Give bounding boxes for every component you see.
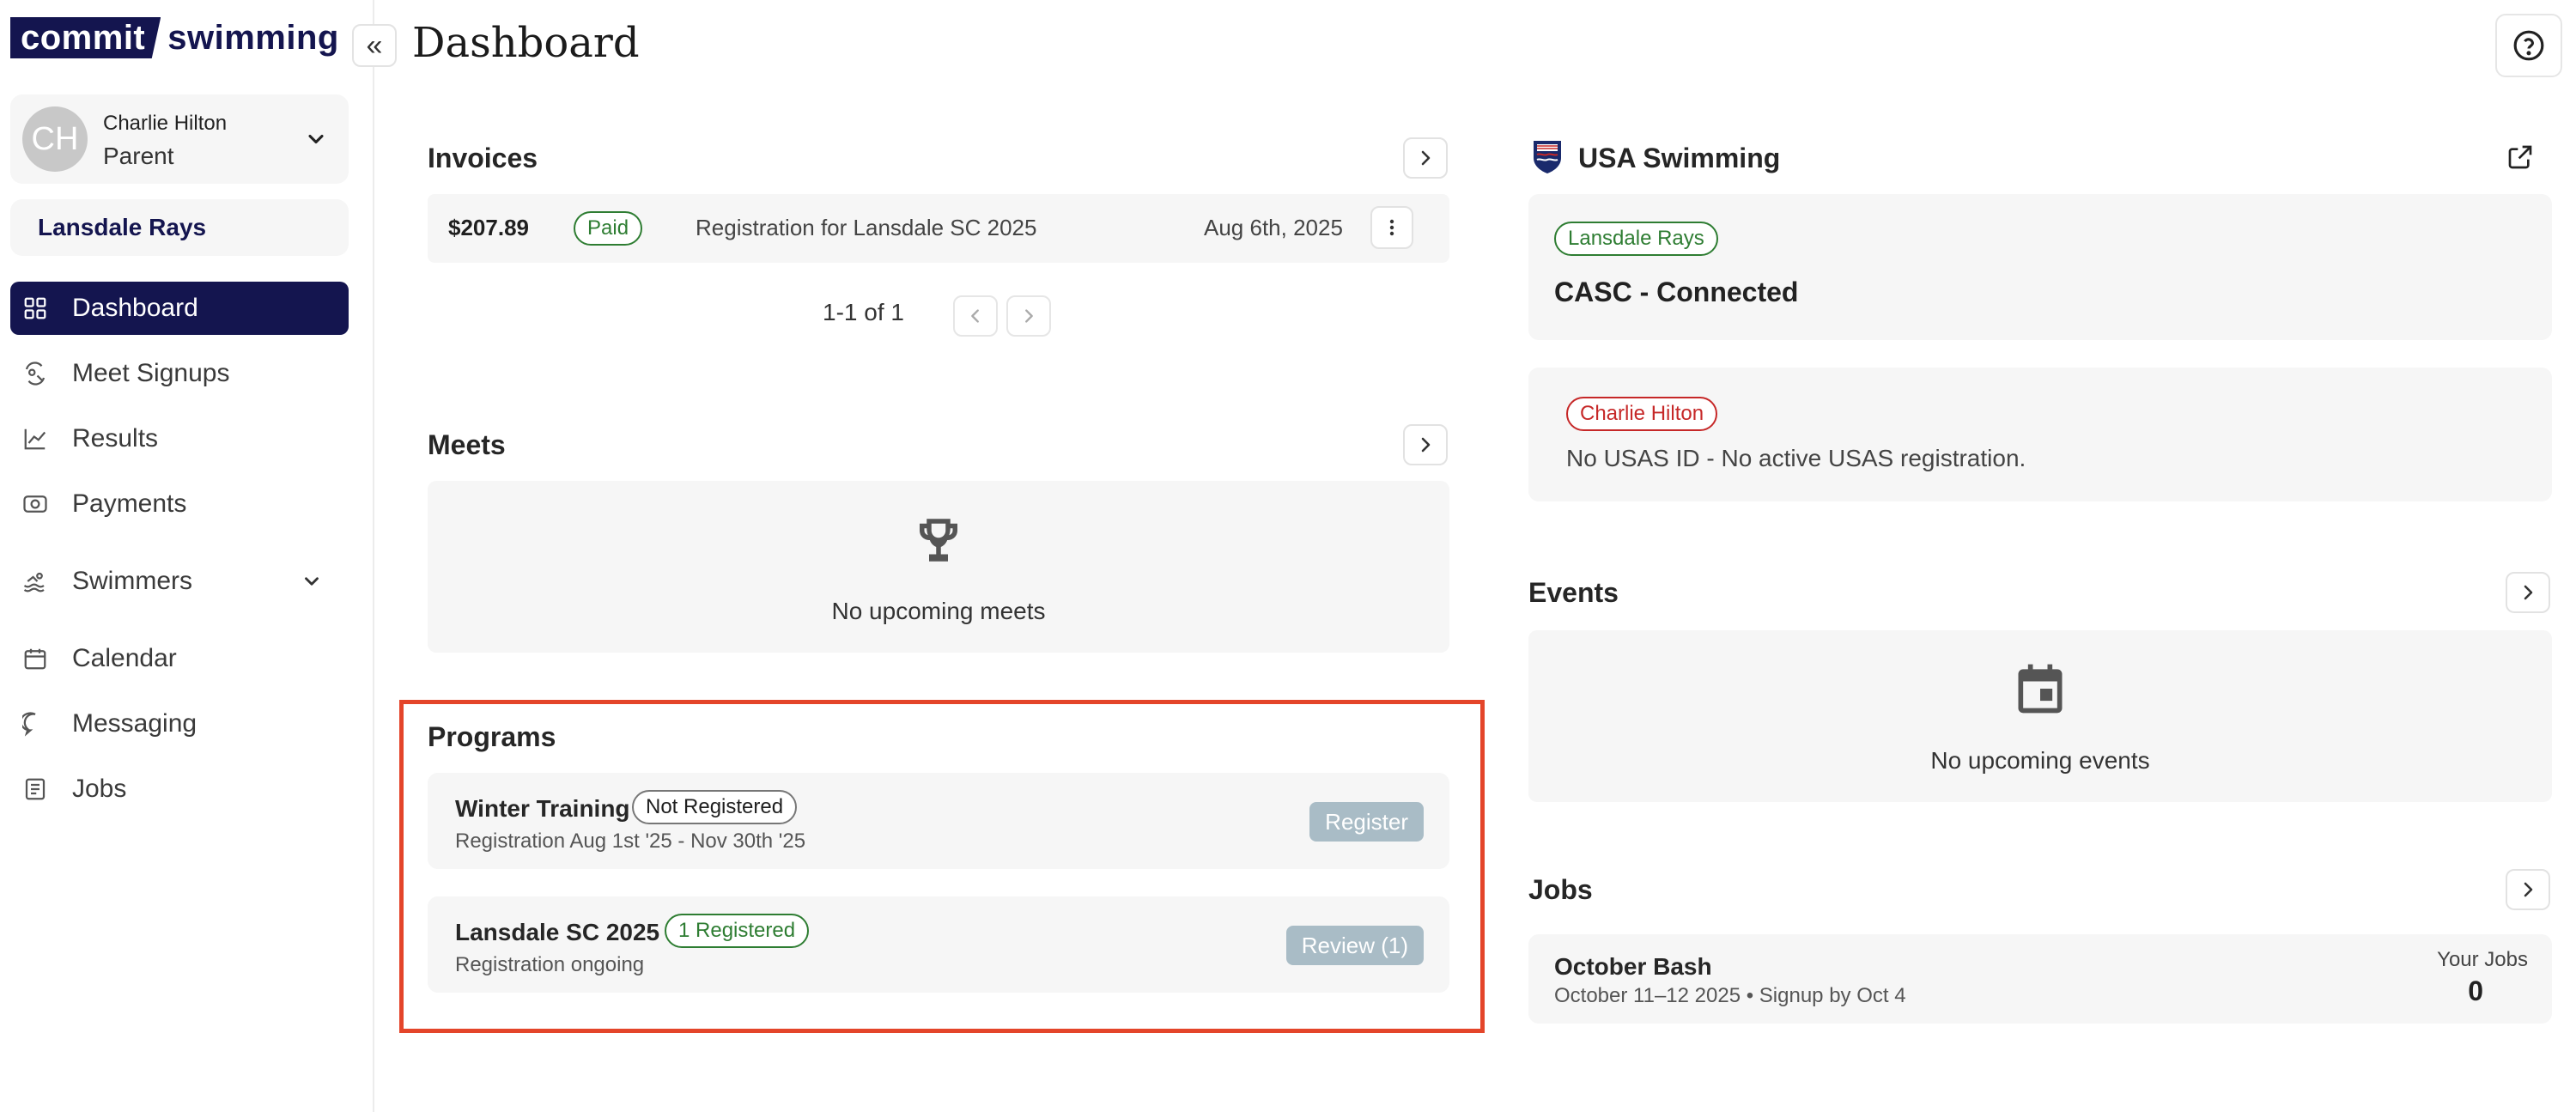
meets-empty-text: No upcoming meets [831, 598, 1046, 624]
chevron-down-icon [305, 577, 319, 586]
sidebar-item-jobs[interactable]: Jobs [10, 763, 349, 816]
user-name: Charlie Hilton [103, 112, 228, 135]
sidebar-item-meet-signups[interactable]: Meet Signups [10, 347, 349, 400]
program-row[interactable]: Winter Training Not Registered Registrat… [428, 773, 1449, 869]
job-subtitle: October 11–12 2025 • Signup by Oct 4 [1554, 984, 1906, 1007]
open-external-button[interactable] [2500, 137, 2540, 177]
sidebar-item-payments[interactable]: Payments [10, 477, 349, 531]
avatar: CH [22, 106, 88, 172]
logo-commit-text: commit [10, 17, 161, 58]
commit-swimming-logo[interactable]: commit swimming [10, 17, 339, 58]
sidebar-item-label: Calendar [72, 644, 177, 672]
sidebar-item-label: Meet Signups [72, 359, 230, 387]
calendar-icon [2018, 664, 2063, 714]
usa-swimming-title: USA Swimming [1578, 143, 1781, 173]
invoice-date: Aug 6th, 2025 [1204, 215, 1343, 240]
dashboard-icon [24, 297, 46, 319]
sidebar-item-dashboard[interactable]: Dashboard [10, 282, 349, 335]
sidebar-item-label: Swimmers [72, 567, 192, 595]
meets-title: Meets [428, 429, 506, 460]
registration-status-badge: 1 Registered [665, 914, 810, 948]
member-badge: Charlie Hilton [1566, 397, 1718, 431]
events-title: Events [1528, 577, 1619, 608]
job-card[interactable]: October Bash October 11–12 2025 • Signup… [1528, 934, 2552, 1024]
events-empty-state: No upcoming events [1528, 630, 2552, 802]
program-subtitle: Registration Aug 1st '25 - Nov 30th '25 [455, 829, 806, 853]
page-title: Dashboard [412, 19, 640, 67]
sidebar-item-calendar[interactable]: Calendar [10, 632, 349, 685]
jobs-open-button[interactable] [2506, 869, 2550, 910]
chevron-right-icon [2524, 585, 2533, 600]
pagination-range: 1-1 of 1 [823, 299, 904, 325]
sidebar-item-results[interactable]: Results [10, 412, 349, 465]
pagination-prev-button[interactable] [953, 295, 998, 337]
help-icon [2513, 30, 2544, 61]
payments-icon [23, 495, 47, 513]
usa-swimming-logo [1534, 141, 1561, 173]
review-button[interactable]: Review (1) [1285, 926, 1424, 965]
external-link-icon [2508, 145, 2532, 169]
help-button[interactable] [2495, 14, 2562, 77]
user-switcher[interactable]: CH Charlie Hilton Parent [10, 94, 349, 184]
member-usas-status: No USAS ID - No active USAS registration… [1566, 445, 2026, 471]
invoice-amount: $207.89 [448, 215, 529, 240]
registration-status-badge: Not Registered [632, 790, 798, 824]
collapse-sidebar-button[interactable]: « [352, 24, 397, 67]
jobs-icon [25, 778, 46, 800]
program-name: Lansdale SC 2025 [455, 919, 660, 945]
swimmers-icon [23, 572, 45, 592]
meets-empty-state: No upcoming meets [428, 481, 1449, 653]
messaging-icon [22, 712, 36, 737]
invoice-row[interactable]: $207.89 Paid Registration for Lansdale S… [428, 194, 1449, 263]
trophy-icon [920, 519, 957, 562]
program-name: Winter Training [455, 795, 630, 822]
user-role: Parent [103, 143, 174, 169]
chevron-right-icon [1025, 309, 1033, 323]
invoice-description: Registration for Lansdale SC 2025 [696, 215, 1037, 240]
chevron-right-icon [1421, 437, 1431, 453]
member-usas-card: Charlie Hilton No USAS ID - No active US… [1528, 368, 2552, 501]
register-button[interactable]: Register [1309, 802, 1424, 842]
chevron-down-icon [308, 134, 324, 144]
sidebar-item-label: Results [72, 424, 159, 453]
sidebar: commit swimming CH Charlie Hilton Parent… [0, 0, 374, 1112]
your-jobs-count: 0 [2468, 975, 2483, 1006]
club-connection-status: CASC - Connected [1554, 276, 1799, 307]
sidebar-item-label: Dashboard [72, 294, 198, 322]
invoice-more-button[interactable] [1370, 206, 1413, 249]
events-open-button[interactable] [2506, 572, 2550, 613]
pagination-next-button[interactable] [1006, 295, 1051, 337]
chevron-right-icon [2524, 882, 2533, 897]
events-empty-text: No upcoming events [1930, 747, 2150, 774]
program-row[interactable]: Lansdale SC 2025 1 Registered Registrati… [428, 896, 1449, 993]
club-badge: Lansdale Rays [1554, 222, 1718, 256]
sidebar-item-label: Jobs [72, 775, 127, 803]
programs-title: Programs [428, 721, 556, 752]
meets-open-button[interactable] [1403, 424, 1448, 465]
invoices-open-button[interactable] [1403, 137, 1448, 179]
status-badge: Paid [574, 211, 643, 246]
chevron-right-icon [1421, 150, 1431, 166]
club-connection-card: Lansdale Rays CASC - Connected [1528, 194, 2552, 340]
logo-swimming-text: swimming [167, 18, 339, 57]
sidebar-item-swimmers[interactable]: Swimmers [10, 555, 349, 608]
chevron-left-icon [971, 309, 979, 323]
program-subtitle: Registration ongoing [455, 953, 645, 976]
sidebar-item-label: Payments [72, 489, 187, 518]
meet-signups-icon [25, 362, 46, 386]
jobs-title: Jobs [1528, 874, 1593, 905]
results-chart-icon [24, 428, 46, 450]
sidebar-item-messaging[interactable]: Messaging [10, 697, 349, 750]
more-vertical-icon [1389, 219, 1394, 236]
sidebar-item-label: Messaging [72, 709, 197, 738]
job-name: October Bash [1554, 953, 1712, 980]
calendar-icon [24, 648, 46, 670]
team-selector[interactable]: Lansdale Rays [10, 199, 349, 256]
your-jobs-label: Your Jobs [2437, 948, 2528, 971]
invoices-title: Invoices [428, 143, 538, 173]
